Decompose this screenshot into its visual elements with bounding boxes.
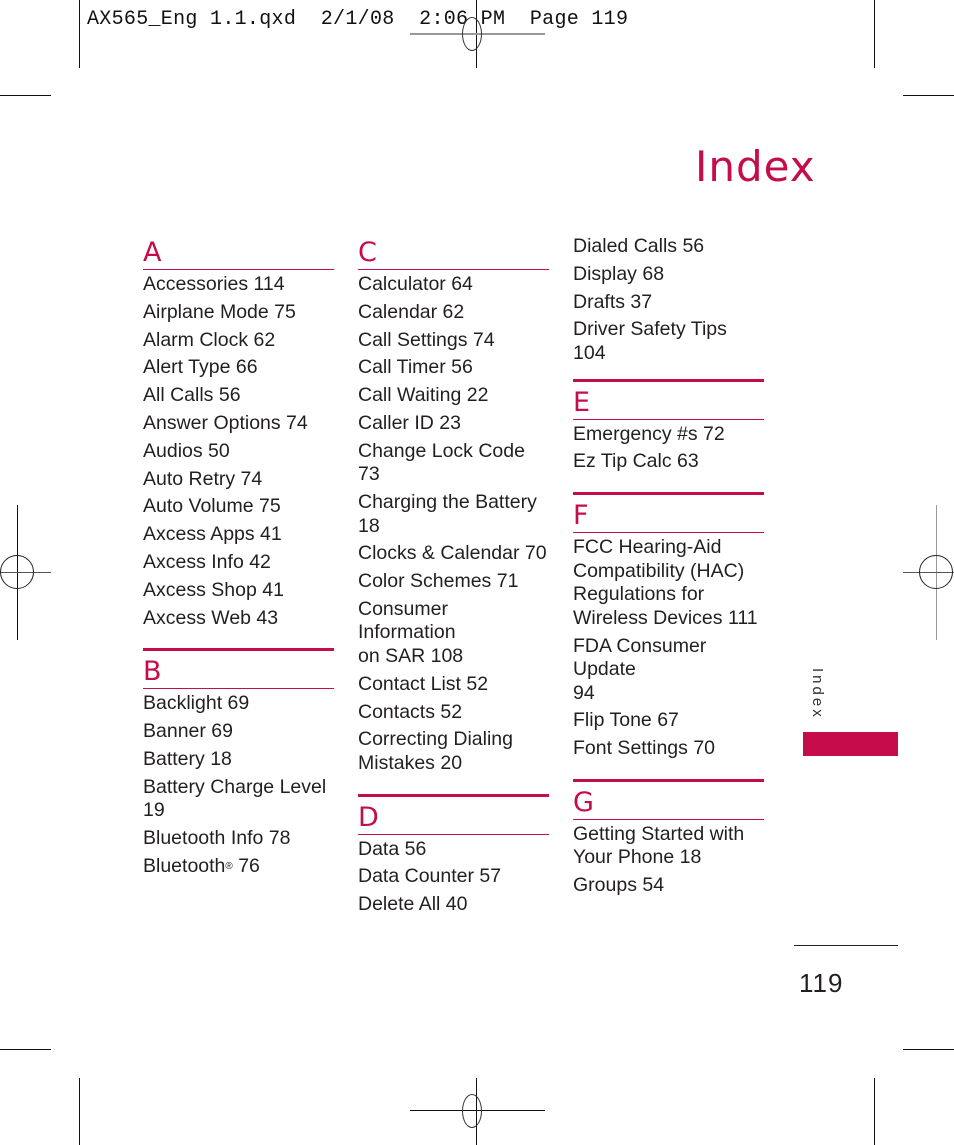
section-rule [358, 793, 549, 797]
section-rule [573, 492, 764, 496]
index-entry: Accessories 114 [143, 273, 285, 295]
index-entry: Bluetooth Info 78 [143, 827, 291, 850]
section-underline [143, 688, 334, 690]
index-entry: Font Settings 70 [573, 737, 716, 760]
section-underline [573, 418, 764, 420]
index-column-1: A Accessories 114 Airplane Mode 75 Alarm Cl… [143, 238, 334, 883]
crop-mark [0, 95, 51, 96]
index-entry: Contacts 52 [358, 700, 463, 723]
section-letter: F [573, 500, 589, 532]
section-letter: E [573, 386, 591, 418]
index-section-f: F FCC Hearing-Aid Compatibility (HAC) Regul… [573, 492, 764, 760]
index-entry: Driver Safety Tips 104 [573, 318, 727, 364]
index-section-e: E Emergency #s 72 Ez Tip Calc 63 [573, 378, 764, 474]
section-letter: B [143, 656, 162, 688]
index-entry: Battery 18 [143, 747, 232, 770]
index-entry: Contact List 52 [358, 672, 489, 695]
index-entry: All Calls 56 [143, 384, 241, 407]
index-entry: Call Settings 74 [358, 328, 495, 351]
index-entry: Delete All 40 [358, 893, 468, 916]
index-entry: Answer Options 74 [143, 411, 308, 434]
page-number: 119 [799, 968, 844, 998]
index-entry: Alarm Clock 62 [143, 328, 276, 351]
section-underline [358, 269, 549, 270]
index-entry: Airplane Mode 75 [143, 300, 296, 323]
index-entry: Bluetooth® 76 [143, 854, 260, 877]
index-section-a: A Accessories 114 Airplane Mode 75 Alarm Cl… [143, 238, 334, 630]
crop-mark [79, 0, 80, 68]
index-entry: Clocks & Calendar 70 [358, 542, 547, 565]
index-entry: FDA Consumer Update 94 [573, 634, 707, 704]
index-entry: Groups 54 [573, 874, 665, 897]
section-letter: G [573, 786, 594, 818]
section-rule [573, 778, 764, 782]
index-entry: Auto Volume 75 [143, 495, 281, 518]
print-slug-line: AX565_Eng 1.1.qxd 2/1/08 2:06 PM Page 11… [87, 8, 629, 31]
index-entry: Color Schemes 71 [358, 570, 519, 593]
index-section-c: C Calculator 64 Calendar 62 Call Settings 7… [358, 238, 549, 775]
index-entry: Dialed Calls 56 [573, 235, 705, 257]
index-section-d: D Data 56 Data Counter 57 Delete All 40 [358, 793, 549, 917]
crop-mark [79, 1078, 80, 1145]
index-entry: Axcess Shop 41 [143, 578, 284, 601]
crop-mark [903, 1049, 954, 1050]
index-entry: Charging the Battery 18 [358, 491, 537, 537]
section-letter: D [358, 801, 379, 833]
section-underline [143, 269, 334, 270]
index-entry: Axcess Info 42 [143, 550, 271, 573]
index-entry: Flip Tone 67 [573, 709, 679, 732]
index-entry: Battery Charge Level 19 [143, 775, 327, 822]
index-entry: Change Lock Code 73 [358, 439, 525, 486]
index-entry: Ez Tip Calc 63 [573, 450, 699, 473]
index-entry: Emergency #s 72 [573, 422, 725, 445]
index-entry: Consumer Information on SAR 108 [358, 597, 464, 667]
index-entry: Auto Retry 74 [143, 467, 263, 490]
index-entry: FCC Hearing-Aid Compatibility (HAC) Regula… [573, 536, 758, 629]
index-entry: Calculator 64 [358, 273, 473, 295]
index-entry: Call Waiting 22 [358, 384, 489, 407]
index-entry: Audios 50 [143, 439, 230, 462]
index-section-g: G Getting Started with Your Phone 18 Groups… [573, 778, 764, 898]
section-letter: C [358, 237, 377, 268]
crop-mark [874, 1078, 875, 1145]
side-tab-bar [803, 732, 898, 756]
page-title: Index [695, 142, 816, 191]
index-column-2: C Calculator 64 Calendar 62 Call Settings 7… [358, 238, 549, 921]
index-entry: Call Timer 56 [358, 356, 473, 379]
index-entry: Data Counter 57 [358, 865, 502, 888]
index-entry: Data 56 [358, 837, 427, 860]
index-entry: Axcess Web 43 [143, 606, 279, 629]
footer-rule [794, 945, 898, 946]
index-entry: Axcess Apps 41 [143, 523, 282, 546]
section-underline [358, 833, 549, 835]
index-entry: Backlight 69 [143, 692, 250, 715]
section-underline [573, 532, 764, 534]
index-entry: Alert Type 66 [143, 356, 258, 379]
section-rule [573, 378, 764, 382]
index-entry: Correcting Dialing Mistakes 20 [358, 728, 513, 774]
section-letter: A [143, 237, 162, 268]
index-entry: Caller ID 23 [358, 411, 461, 434]
crop-mark [0, 1049, 51, 1050]
index-entry: Banner 69 [143, 720, 233, 743]
index-entry: Display 68 [573, 262, 665, 285]
crop-mark [903, 95, 954, 96]
index-entry: Drafts 37 [573, 290, 653, 313]
index-entry: Calendar 62 [358, 300, 465, 323]
side-tab-label: Index [809, 668, 826, 720]
crop-mark [874, 0, 875, 68]
index-entry: Getting Started with Your Phone 18 [573, 822, 745, 869]
index-section-b: B Backlight 69 Banner 69 Battery 18 Battery … [143, 648, 334, 878]
section-rule [143, 648, 334, 652]
section-underline [573, 818, 764, 820]
index-column-3: Dialed Calls 56 Display 68 Drafts 37 Driver… [573, 235, 764, 902]
